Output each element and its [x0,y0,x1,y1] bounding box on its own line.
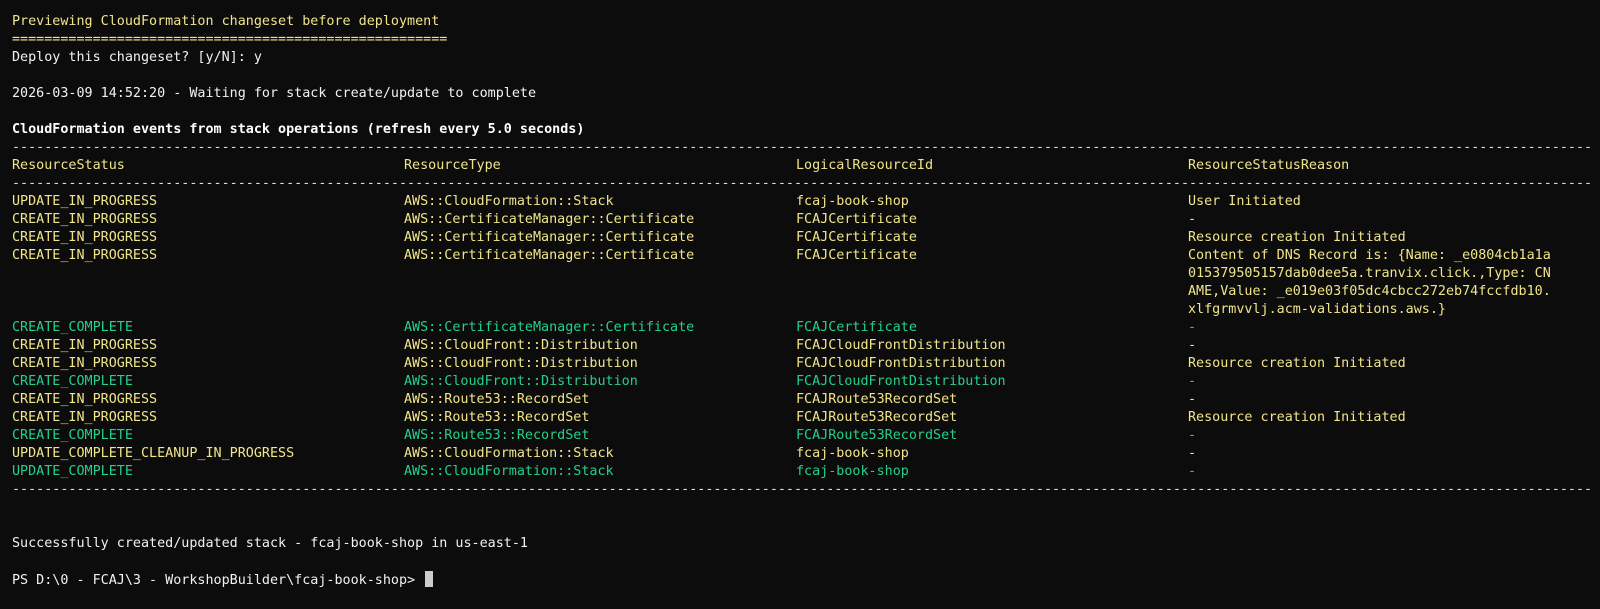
table-separator: ----------------------------------------… [12,140,1592,155]
table-row: CREATE_IN_PROGRESS AWS::CertificateManage… [12,229,1592,247]
resource-status-cell: UPDATE_COMPLETE [12,464,133,479]
resource-type-cell: AWS::CloudFormation::Stack [404,194,614,209]
status-reason-cell: - [1188,446,1197,461]
column-header: ResourceStatusReason [1188,158,1350,173]
resource-type-cell: AWS::Route53::RecordSet [404,410,590,425]
table-row: CREATE_IN_PROGRESS AWS::Route53::RecordSe… [12,409,1592,427]
resource-type-cell: AWS::CertificateManager::Certificate [404,230,695,245]
resource-type-cell: AWS::CloudFront::Distribution [404,374,638,389]
resource-status-cell: CREATE_IN_PROGRESS [12,248,158,263]
status-reason-cell: Resource creation Initiated [1188,230,1406,245]
resource-type-cell: AWS::CloudFront::Distribution [404,356,638,371]
table-row: UPDATE_IN_PROGRESS AWS::CloudFormation::S… [12,193,1592,211]
resource-status-cell: UPDATE_IN_PROGRESS [12,194,158,209]
column-header: ResourceType [404,158,501,173]
shell-prompt: PS D:\0 - FCAJ\3 - WorkshopBuilder\fcaj-… [12,573,416,588]
table-row: CREATE_IN_PROGRESS AWS::CertificateManage… [12,211,1592,229]
resource-status-cell: CREATE_IN_PROGRESS [12,212,158,227]
success-line: Successfully created/updated stack - fca… [12,536,528,551]
logical-resource-id-cell: fcaj-book-shop [796,194,909,209]
logical-resource-id-cell: FCAJCertificate [796,320,917,335]
table-row: UPDATE_COMPLETE_CLEANUP_IN_PROGRESS AWS::… [12,445,1592,463]
resource-status-cell: CREATE_IN_PROGRESS [12,230,158,245]
column-header: ResourceStatus [12,158,125,173]
status-reason-cell: - [1188,428,1197,443]
column-header: LogicalResourceId [796,158,934,173]
status-reason-cell: Resource creation Initiated [1188,410,1406,425]
resource-type-cell: AWS::CloudFormation::Stack [404,446,614,461]
logical-resource-id-cell: FCAJCloudFrontDistribution [796,338,1006,353]
table-row: CREATE_COMPLETE AWS::Route53::RecordSet FC… [12,427,1592,445]
waiting-line: 2026-03-09 14:52:20 - Waiting for stack … [12,86,537,101]
text-cursor [425,571,434,587]
resource-type-cell: AWS::Route53::RecordSet [404,428,590,443]
resource-status-cell: CREATE_COMPLETE [12,428,133,443]
table-row: CREATE_IN_PROGRESS AWS::CloudFront::Distr… [12,355,1592,373]
logical-resource-id-cell: FCAJRoute53RecordSet [796,410,958,425]
resource-type-cell: AWS::Route53::RecordSet [404,392,590,407]
logical-resource-id-cell: fcaj-book-shop [796,446,909,461]
events-title: CloudFormation events from stack operati… [12,122,585,137]
status-reason-cell: Resource creation Initiated [1188,356,1406,371]
logical-resource-id-cell: FCAJCertificate [796,212,917,227]
table-separator: ----------------------------------------… [12,482,1592,497]
logical-resource-id-cell: FCAJRoute53RecordSet [796,392,958,407]
resource-status-cell: CREATE_IN_PROGRESS [12,392,158,407]
resource-status-cell: UPDATE_COMPLETE_CLEANUP_IN_PROGRESS [12,446,295,461]
resource-type-cell: AWS::CloudFront::Distribution [404,338,638,353]
table-row: UPDATE_COMPLETE AWS::CloudFormation::Stac… [12,463,1592,481]
logical-resource-id-cell: FCAJRoute53RecordSet [796,428,958,443]
logical-resource-id-cell: FCAJCertificate [796,248,917,263]
table-row: CREATE_IN_PROGRESS AWS::CertificateManage… [12,247,1592,319]
status-reason-cell: - [1188,464,1197,479]
logical-resource-id-cell: FCAJCertificate [796,230,917,245]
shell-prompt-line[interactable]: PS D:\0 - FCAJ\3 - WorkshopBuilder\fcaj-… [12,571,1592,589]
resource-status-cell: CREATE_IN_PROGRESS [12,356,158,371]
status-reason-cell: - [1188,374,1197,389]
event-table-body: UPDATE_IN_PROGRESSAWS::CloudFormation::S… [12,193,1592,481]
resource-type-cell: AWS::CertificateManager::Certificate [404,248,695,263]
preview-underline: ========================================… [12,32,448,47]
resource-status-cell: CREATE_COMPLETE [12,374,133,389]
table-row: CREATE_IN_PROGRESS AWS::Route53::RecordSe… [12,391,1592,409]
logical-resource-id-cell: FCAJCloudFrontDistribution [796,356,1006,371]
table-row: CREATE_COMPLETE AWS::CertificateManager::… [12,319,1592,337]
status-reason-cell: - [1188,338,1197,353]
status-reason-cell: - [1188,392,1197,407]
preview-line: Previewing CloudFormation changeset befo… [12,14,440,29]
status-reason-cell: - [1188,212,1197,227]
table-header: ResourceStatus ResourceType LogicalResou… [12,157,1592,175]
table-row: CREATE_COMPLETE AWS::CloudFront::Distribu… [12,373,1592,391]
deploy-prompt-line: Deploy this changeset? [y/N]: y [12,50,262,65]
status-reason-cell: Content of DNS Record is: {Name: _e0804c… [1188,248,1551,317]
logical-resource-id-cell: fcaj-book-shop [796,464,909,479]
table-separator: ----------------------------------------… [12,176,1592,191]
resource-type-cell: AWS::CertificateManager::Certificate [404,212,695,227]
terminal-output[interactable]: Previewing CloudFormation changeset befo… [12,13,1592,603]
table-row: CREATE_IN_PROGRESS AWS::CloudFront::Distr… [12,337,1592,355]
status-reason-cell: - [1188,320,1197,335]
resource-type-cell: AWS::CertificateManager::Certificate [404,320,695,335]
logical-resource-id-cell: FCAJCloudFrontDistribution [796,374,1006,389]
resource-type-cell: AWS::CloudFormation::Stack [404,464,614,479]
resource-status-cell: CREATE_IN_PROGRESS [12,410,158,425]
resource-status-cell: CREATE_COMPLETE [12,320,133,335]
status-reason-cell: User Initiated [1188,194,1301,209]
resource-status-cell: CREATE_IN_PROGRESS [12,338,158,353]
